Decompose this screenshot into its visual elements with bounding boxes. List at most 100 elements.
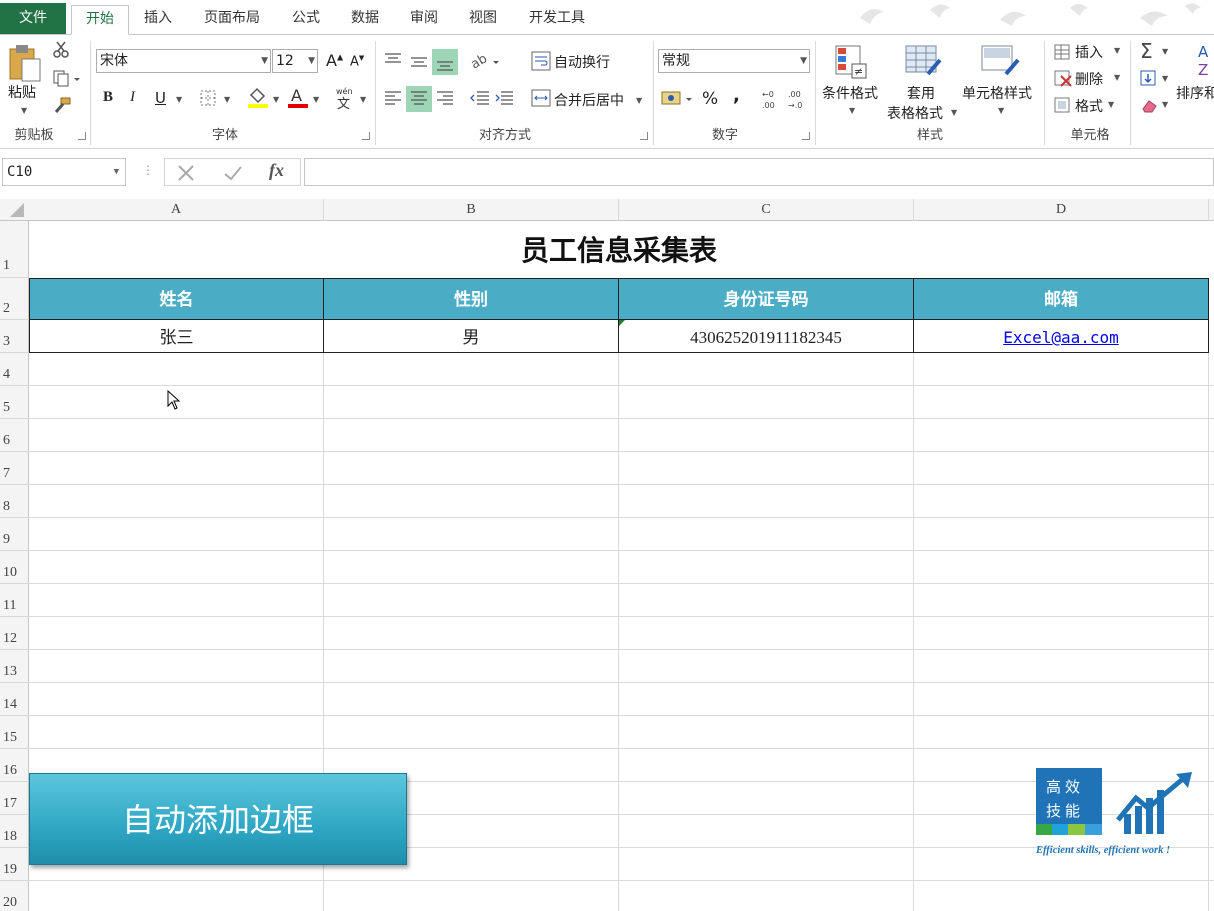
header-cell-email[interactable]: 邮箱 <box>913 278 1209 320</box>
paste-icon[interactable] <box>8 43 44 83</box>
accounting-format-icon[interactable] <box>660 88 696 110</box>
font-size-combo[interactable]: 12 ▼ <box>272 49 318 73</box>
data-cell-email[interactable]: Excel@aa.com <box>913 319 1209 353</box>
format-as-table-label1[interactable]: 套用 <box>907 83 935 103</box>
underline-button[interactable]: U <box>155 89 166 107</box>
border-icon[interactable] <box>199 89 217 107</box>
wrap-text-icon[interactable] <box>531 51 551 71</box>
tab-home[interactable]: 开始 <box>71 5 129 35</box>
cond-dropdown-icon[interactable]: ▼ <box>849 106 855 115</box>
horizontal-align-icons[interactable] <box>383 88 463 110</box>
fill-dropdown-icon[interactable]: ▼ <box>1162 74 1168 83</box>
phonetic-dropdown-icon[interactable]: ▼ <box>360 95 366 104</box>
column-header-c[interactable]: C <box>619 199 914 221</box>
column-header-a[interactable]: A <box>29 199 324 221</box>
font-color-dropdown-icon[interactable]: ▼ <box>313 95 319 104</box>
sheet-title-cell[interactable]: 员工信息采集表 <box>29 221 1209 278</box>
tab-review[interactable]: 审阅 <box>399 5 449 35</box>
merge-dropdown-icon[interactable]: ▼ <box>636 96 642 105</box>
table-dropdown-icon[interactable]: ▼ <box>951 108 957 117</box>
row-header-9[interactable]: 9 <box>0 518 29 551</box>
fill-color-dropdown-icon[interactable]: ▼ <box>273 95 279 104</box>
row-header-11[interactable]: 11 <box>0 584 29 617</box>
shrink-font-icon[interactable]: A▼ <box>350 54 364 69</box>
indent-icons[interactable] <box>469 88 519 110</box>
clear-dropdown-icon[interactable]: ▼ <box>1162 100 1168 109</box>
sort-filter-icon[interactable]: A Z <box>1196 41 1214 81</box>
wrap-text-button[interactable]: 自动换行 <box>554 52 610 72</box>
data-cell-id-number[interactable]: 430625201911182345 <box>618 319 914 353</box>
row-header-5[interactable]: 5 <box>0 386 29 419</box>
clipboard-launcher-icon[interactable] <box>78 132 86 140</box>
row-header-14[interactable]: 14 <box>0 683 29 716</box>
format-cells-icon[interactable] <box>1053 95 1073 115</box>
bold-button[interactable]: B <box>103 89 113 106</box>
insert-cells-icon[interactable] <box>1053 42 1073 62</box>
cell-styles-button[interactable]: 单元格样式 <box>962 83 1032 103</box>
merge-center-button[interactable]: 合并后居中 <box>554 90 624 110</box>
enter-icon[interactable] <box>223 165 243 181</box>
header-cell-gender[interactable]: 性别 <box>323 278 619 320</box>
header-cell-id-number[interactable]: 身份证号码 <box>618 278 914 320</box>
tab-developer[interactable]: 开发工具 <box>517 5 597 35</box>
column-header-b[interactable]: B <box>324 199 619 221</box>
row-header-16[interactable]: 16 <box>0 749 29 782</box>
format-as-table-icon[interactable] <box>904 44 942 80</box>
italic-button[interactable]: I <box>130 89 135 106</box>
row-header-15[interactable]: 15 <box>0 716 29 749</box>
row-header-7[interactable]: 7 <box>0 452 29 485</box>
row-header-8[interactable]: 8 <box>0 485 29 518</box>
delete-cells-icon[interactable] <box>1053 68 1073 88</box>
row-header-1[interactable]: 1 <box>0 221 29 278</box>
clear-icon[interactable] <box>1139 95 1159 115</box>
sort-filter-button[interactable]: 排序和 <box>1176 83 1214 103</box>
tab-data[interactable]: 数据 <box>340 5 390 35</box>
font-name-combo[interactable]: 宋体 ▼ <box>96 49 271 73</box>
tab-page-layout[interactable]: 页面布局 <box>193 5 271 35</box>
cell-styles-dropdown-icon[interactable]: ▼ <box>998 106 1004 115</box>
delete-dropdown-icon[interactable]: ▼ <box>1114 73 1120 82</box>
copy-icon[interactable] <box>52 69 80 87</box>
format-dropdown-icon[interactable]: ▼ <box>1108 100 1114 109</box>
name-box[interactable]: C10 ▼ <box>2 158 126 186</box>
cut-icon[interactable] <box>52 41 70 59</box>
paste-label[interactable]: 粘贴 <box>8 82 36 102</box>
insert-cells-button[interactable]: 插入 <box>1075 42 1103 62</box>
select-all-button[interactable] <box>0 199 29 221</box>
row-header-6[interactable]: 6 <box>0 419 29 452</box>
underline-dropdown-icon[interactable]: ▼ <box>176 95 182 104</box>
decimal-icons[interactable]: ←0 .00 .00 →.0 <box>760 87 810 111</box>
autosum-dropdown-icon[interactable]: ▼ <box>1162 47 1168 56</box>
font-color-icon[interactable]: A <box>286 85 310 109</box>
format-as-table-label2[interactable]: 表格格式 <box>887 103 943 123</box>
row-header-18[interactable]: 18 <box>0 815 29 848</box>
insert-dropdown-icon[interactable]: ▼ <box>1114 46 1120 55</box>
tab-formulas[interactable]: 公式 <box>281 5 331 35</box>
row-header-2[interactable]: 2 <box>0 278 29 320</box>
vertical-align-icons[interactable] <box>383 51 463 73</box>
row-header-19[interactable]: 19 <box>0 848 29 881</box>
font-launcher-icon[interactable] <box>362 132 370 140</box>
row-header-3[interactable]: 3 <box>0 320 29 353</box>
fill-color-icon[interactable] <box>246 85 270 109</box>
cell-styles-icon[interactable] <box>980 44 1020 80</box>
email-link[interactable]: Excel@aa.com <box>1003 328 1119 347</box>
border-dropdown-icon[interactable]: ▼ <box>224 95 230 104</box>
row-header-12[interactable]: 12 <box>0 617 29 650</box>
delete-cells-button[interactable]: 删除 <box>1075 69 1103 89</box>
row-header-13[interactable]: 13 <box>0 650 29 683</box>
paste-dropdown-icon[interactable]: ▼ <box>21 106 27 115</box>
data-cell-name[interactable]: 张三 <box>29 319 324 353</box>
column-header-d[interactable]: D <box>914 199 1209 221</box>
number-format-combo[interactable]: 常规 ▼ <box>658 49 810 73</box>
grow-font-icon[interactable]: A▲ <box>326 51 343 70</box>
tab-view[interactable]: 视图 <box>458 5 508 35</box>
conditional-format-icon[interactable]: ≠ <box>834 44 870 80</box>
orientation-icon[interactable]: ab <box>469 51 503 73</box>
formula-input[interactable] <box>304 158 1214 186</box>
merge-center-icon[interactable] <box>531 88 551 108</box>
row-header-17[interactable]: 17 <box>0 782 29 815</box>
percent-style-button[interactable]: % <box>702 89 718 109</box>
row-header-20[interactable]: 20 <box>0 881 29 911</box>
comma-style-button[interactable]: , <box>733 85 740 106</box>
